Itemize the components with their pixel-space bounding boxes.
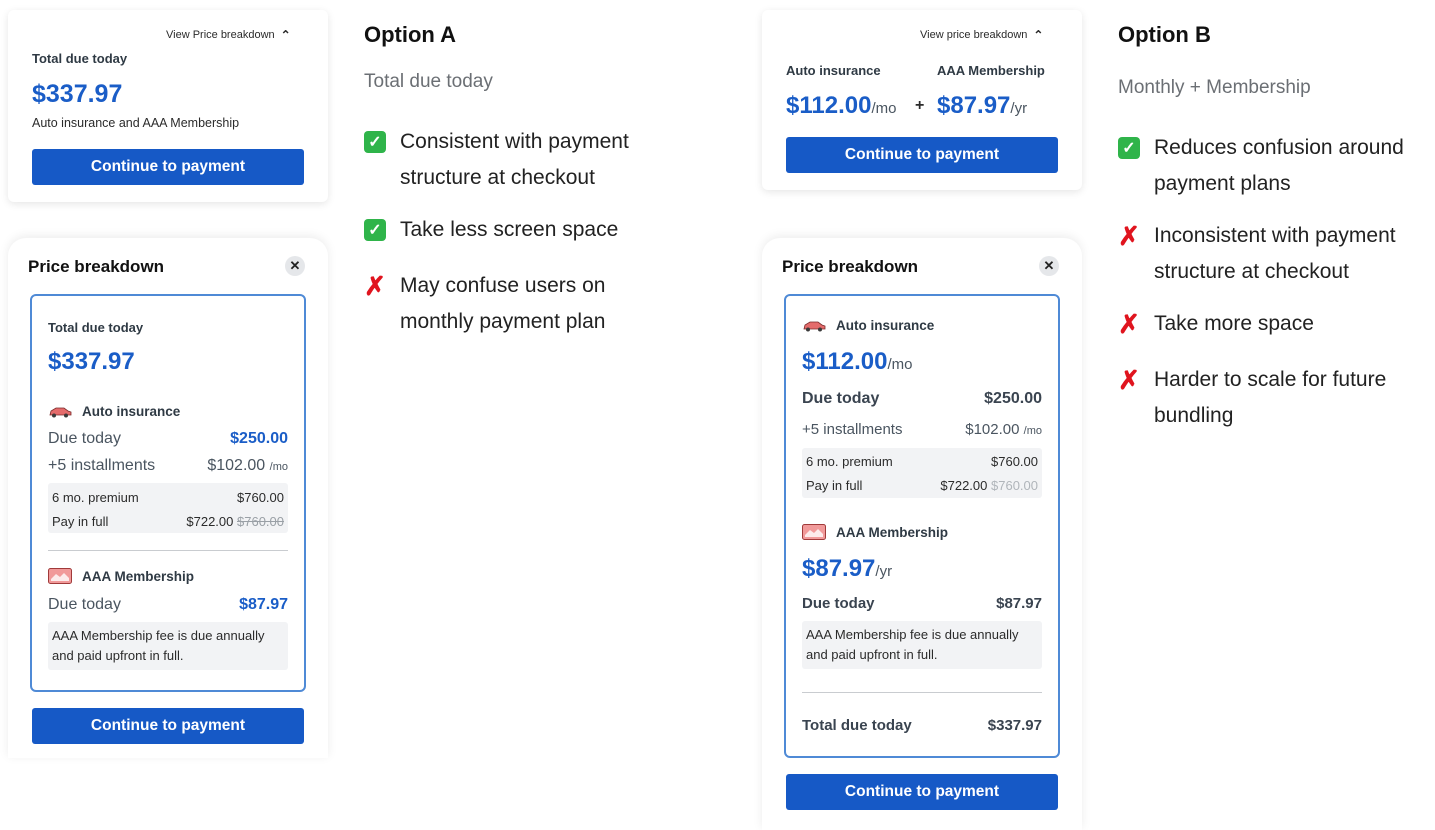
due-today-value: $250.00 [230,430,288,447]
auto-insurance-section-label: Auto insurance [48,404,180,419]
option-b-bullet-2: ✗ Inconsistent with payment structure at … [1118,221,1396,283]
option-a-title: Option A [364,22,457,47]
due-today-label: Due today [802,390,880,407]
cross-icon: ✗ [1118,365,1140,395]
view-price-breakdown-label: View price breakdown [920,29,1028,41]
auto-monthly-price: $112.00/mo [802,348,913,375]
cross-icon: ✗ [1118,309,1140,339]
aaa-annual-price: $87.97/yr [802,555,893,582]
auto-price: $112.00/mo [786,92,897,119]
breakdown-panel: Auto insurance $112.00/mo Due today $250… [784,294,1060,758]
sheet-title: Price breakdown [782,257,919,276]
premium-row: 6 mo. premium $760.00 [52,490,284,505]
option-a-bullet-2: ✓ Take less screen space [364,212,618,248]
view-price-breakdown-toggle[interactable]: View Price breakdown ⌃ [166,29,291,41]
option-b-summary-card: View price breakdown ⌃ Auto insurance AA… [762,10,1082,190]
check-icon: ✓ [1118,137,1140,159]
auto-installments-row: +5 installments $102.00 /mo [48,457,288,475]
check-icon: ✓ [364,131,386,153]
breakdown-panel: Total due today $337.97 Auto insurance D… [30,294,306,692]
view-price-breakdown-toggle[interactable]: View price breakdown ⌃ [920,29,1043,41]
option-b-bullet-1: ✓ Reduces confusion around payment plans [1118,130,1404,202]
section-divider [802,692,1042,693]
due-today-value: $87.97 [239,596,288,613]
aaa-membership-section-label: AAA Membership [48,568,194,584]
option-b-subtitle: Monthly + Membership [1118,77,1311,98]
pay-in-full-row: Pay in full $722.00 $760.00 [806,478,1038,493]
installments-value: $102.00 /mo [965,421,1042,438]
option-b-bullet-4: ✗ Harder to scale for future bundling [1118,365,1387,427]
auto-due-today-row: Due today $250.00 [48,430,288,448]
sheet-title: Price breakdown [28,257,165,276]
chevron-up-icon: ⌃ [280,28,291,42]
auto-insurance-label: Auto insurance [786,63,881,78]
total-due-value: $337.97 [987,717,1042,734]
section-divider [48,550,288,551]
total-due-amount: $337.97 [48,348,135,375]
total-due-description: Auto insurance and AAA Membership [32,116,240,130]
auto-due-today-row: Due today $250.00 [802,390,1042,408]
installments-label: +5 installments [48,457,156,474]
check-icon: ✓ [364,219,386,241]
due-today-value: $250.00 [984,390,1042,407]
total-due-label: Total due today [48,320,144,335]
car-icon [803,321,826,331]
continue-to-payment-button[interactable]: Continue to payment [786,774,1058,810]
continue-to-payment-button[interactable]: Continue to payment [32,708,304,744]
continue-to-payment-button[interactable]: Continue to payment [32,149,304,185]
aaa-price: $87.97/yr [937,92,1028,119]
auto-insurance-section-label: Auto insurance [802,318,934,333]
pay-in-full-row: Pay in full $722.00 $760.00 [52,514,284,529]
chevron-up-icon: ⌃ [1033,28,1044,42]
option-b-price-breakdown-sheet: Price breakdown ✕ Auto insurance $112.00… [762,238,1082,830]
total-due-row: Total due today $337.97 [802,717,1042,734]
installments-value: $102.00 /mo [207,457,288,474]
due-today-label: Due today [802,595,875,612]
option-b-title: Option B [1118,22,1211,47]
due-today-value: $87.97 [996,595,1042,612]
close-icon[interactable]: ✕ [1039,256,1059,276]
membership-card-icon [802,524,826,540]
option-a-bullet-1: ✓ Consistent with payment structure at ch… [364,124,629,196]
due-today-label: Due today [48,430,121,447]
aaa-membership-label: AAA Membership [937,63,1045,78]
option-a-summary-card: View Price breakdown ⌃ Total due today $… [8,10,328,202]
option-a-bullet-3: ✗ May confuse users on monthly payment pl… [364,271,606,333]
aaa-due-today-row: Due today $87.97 [48,596,288,614]
aaa-due-today-row: Due today $87.97 [802,595,1042,612]
continue-to-payment-button[interactable]: Continue to payment [786,137,1058,173]
auto-installments-row: +5 installments $102.00 /mo [802,421,1042,438]
membership-note: AAA Membership fee is due annually and p… [52,628,265,663]
aaa-membership-section-label: AAA Membership [802,524,948,540]
cross-icon: ✗ [364,271,386,301]
view-price-breakdown-label: View Price breakdown [166,29,275,41]
installments-label: +5 installments [802,421,903,438]
car-icon [49,407,72,417]
total-due-label: Total due today [32,51,128,66]
membership-note: AAA Membership fee is due annually and p… [806,627,1019,662]
due-today-label: Due today [48,596,121,613]
option-a-subtitle: Total due today [364,71,493,92]
option-a-price-breakdown-sheet: Price breakdown ✕ Total due today $337.9… [8,238,328,758]
option-b-bullet-3: ✗ Take more space [1118,309,1314,339]
total-due-amount: $337.97 [32,80,123,108]
membership-card-icon [48,568,72,584]
cross-icon: ✗ [1118,221,1140,251]
close-icon[interactable]: ✕ [285,256,305,276]
plus-sign: + [915,97,925,114]
total-due-label: Total due today [802,717,912,734]
premium-row: 6 mo. premium $760.00 [806,454,1038,469]
